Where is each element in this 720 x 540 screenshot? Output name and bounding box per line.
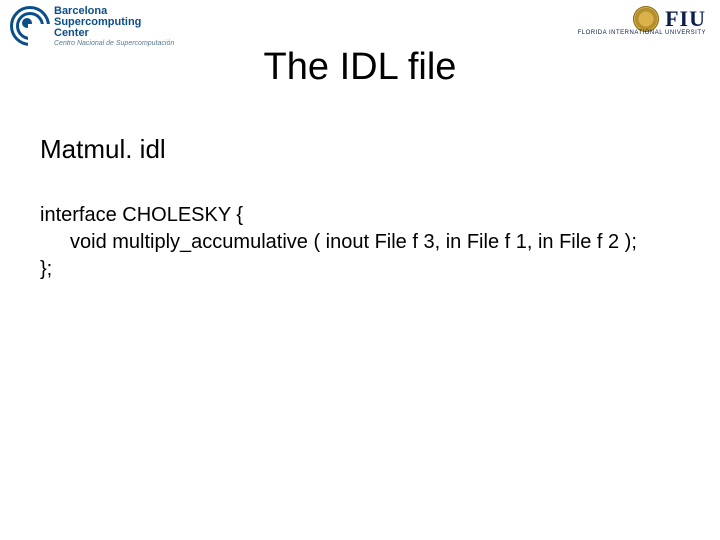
bsc-logo: Barcelona Supercomputing Center Centro N… bbox=[10, 6, 174, 47]
code-line-1: interface CHOLESKY { bbox=[40, 204, 243, 226]
slide-title: The IDL file bbox=[0, 46, 720, 89]
filename-label: Matmul. idl bbox=[40, 134, 166, 165]
fiu-wordmark: FIU bbox=[665, 6, 706, 32]
fiu-subtitle: FLORIDA INTERNATIONAL UNIVERSITY bbox=[578, 30, 706, 36]
code-block: interface CHOLESKY { void multiply_accum… bbox=[40, 202, 680, 283]
fiu-logo: FIU FLORIDA INTERNATIONAL UNIVERSITY bbox=[578, 6, 706, 36]
bsc-mark-icon bbox=[10, 6, 48, 44]
code-line-2: void multiply_accumulative ( inout File … bbox=[40, 229, 680, 256]
fiu-seal-icon bbox=[633, 6, 659, 32]
header: Barcelona Supercomputing Center Centro N… bbox=[10, 6, 710, 50]
bsc-line3: Center bbox=[54, 28, 174, 39]
code-line-3: }; bbox=[40, 258, 52, 280]
bsc-text: Barcelona Supercomputing Center Centro N… bbox=[54, 6, 174, 47]
